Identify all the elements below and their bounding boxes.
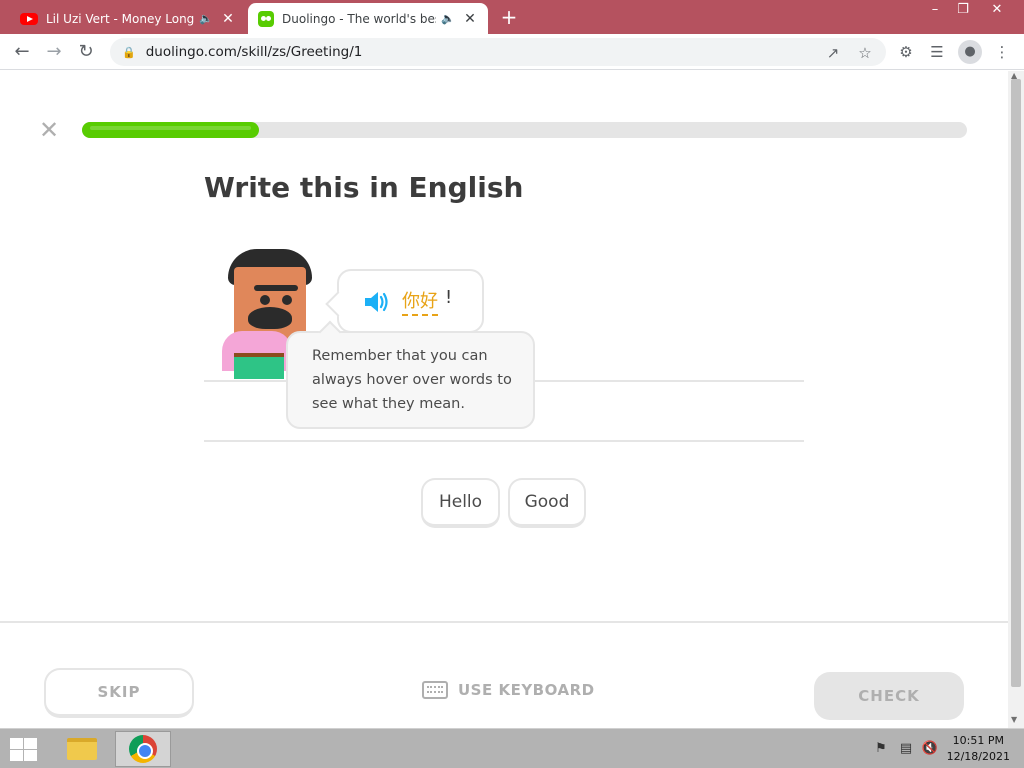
tab-duolingo[interactable]: Duolingo - The world's best 🔈 ✕ — [248, 3, 488, 34]
start-button[interactable] — [8, 737, 38, 761]
network-icon[interactable]: ▤ — [897, 740, 915, 758]
footer-divider — [0, 621, 1008, 623]
chrome-icon — [129, 735, 157, 763]
youtube-icon — [20, 12, 38, 25]
url-text: duolingo.com/skill/zs/Greeting/1 — [145, 44, 363, 60]
speaker-icon[interactable] — [363, 290, 391, 314]
skip-button[interactable]: SKIP — [44, 668, 194, 718]
menu-icon[interactable]: ⋮ — [990, 40, 1014, 64]
word-tile-good[interactable]: Good — [508, 478, 586, 528]
media-control-icon[interactable]: ☰ — [925, 40, 949, 64]
volume-muted-icon[interactable]: 🔇 — [921, 740, 939, 758]
prompt-punctuation: ! — [445, 287, 453, 308]
duolingo-icon — [258, 10, 274, 27]
keyboard-icon — [422, 681, 448, 699]
close-tab-icon[interactable]: ✕ — [220, 11, 236, 27]
word-tile-hello[interactable]: Hello — [421, 478, 500, 528]
system-clock[interactable]: 10:51 PM 12/18/2021 — [947, 733, 1010, 765]
bookmark-star-icon[interactable]: ☆ — [854, 42, 876, 64]
share-icon[interactable]: ↗ — [822, 42, 844, 64]
challenge-heading: Write this in English — [204, 171, 524, 204]
hover-hint-tooltip: Remember that you can always hover over … — [286, 331, 535, 429]
scroll-down-icon[interactable]: ▼ — [1011, 715, 1017, 724]
tab-youtube[interactable]: Lil Uzi Vert - Money Longer | 🔈 ✕ — [10, 3, 246, 34]
reload-icon[interactable]: ↻ — [74, 40, 98, 64]
new-tab-button[interactable]: + — [498, 7, 520, 29]
speaker-icon[interactable]: 🔈 — [198, 12, 214, 25]
chrome-taskbar-button[interactable] — [115, 731, 171, 767]
forward-icon[interactable]: → — [42, 40, 66, 64]
use-keyboard-label: USE KEYBOARD — [458, 681, 595, 699]
tab-title: Duolingo - The world's best — [282, 11, 436, 26]
browser-toolbar: ← → ↻ 🔒 duolingo.com/skill/zs/Greeting/1… — [0, 34, 1024, 70]
action-center-flag-icon[interactable]: ⚑ — [872, 740, 890, 758]
clock-time: 10:51 PM — [952, 734, 1004, 747]
lock-icon[interactable]: 🔒 — [122, 46, 136, 59]
windows-taskbar: ⚑ ▤ 🔇 10:51 PM 12/18/2021 — [0, 728, 1024, 768]
address-bar[interactable]: 🔒 duolingo.com/skill/zs/Greeting/1 ↗ ☆ — [110, 38, 886, 66]
clock-date: 12/18/2021 — [946, 750, 1010, 763]
prompt-word[interactable]: 你好 — [402, 287, 438, 316]
file-explorer-button[interactable] — [54, 731, 110, 767]
scrollbar-thumb[interactable] — [1011, 79, 1021, 687]
speaker-icon[interactable]: 🔈 — [440, 12, 456, 25]
window-close-icon[interactable]: ✕ — [980, 0, 1014, 22]
check-button[interactable]: CHECK — [814, 672, 964, 720]
restore-icon[interactable]: ❐ — [946, 0, 980, 22]
lesson-progress-bar — [82, 122, 967, 138]
close-tab-icon[interactable]: ✕ — [462, 11, 478, 27]
progress-fill — [82, 122, 259, 138]
back-icon[interactable]: ← — [10, 40, 34, 64]
tab-strip: Lil Uzi Vert - Money Longer | 🔈 ✕ Duolin… — [0, 0, 1024, 34]
page-scrollbar[interactable]: ▲ ▼ — [1008, 71, 1024, 728]
prompt-speech-bubble: 你好 ! — [337, 269, 484, 333]
file-explorer-icon — [67, 738, 97, 760]
profile-icon[interactable]: ● — [958, 40, 982, 64]
extensions-icon[interactable]: ⚙ — [894, 40, 918, 64]
answer-line — [204, 440, 804, 442]
quit-lesson-icon[interactable]: ✕ — [36, 117, 62, 143]
use-keyboard-button[interactable]: USE KEYBOARD — [422, 679, 595, 701]
lesson-page: ✕ Write this in English 你好 ! Remember th… — [0, 71, 1008, 728]
tab-title: Lil Uzi Vert - Money Longer | — [46, 11, 194, 26]
